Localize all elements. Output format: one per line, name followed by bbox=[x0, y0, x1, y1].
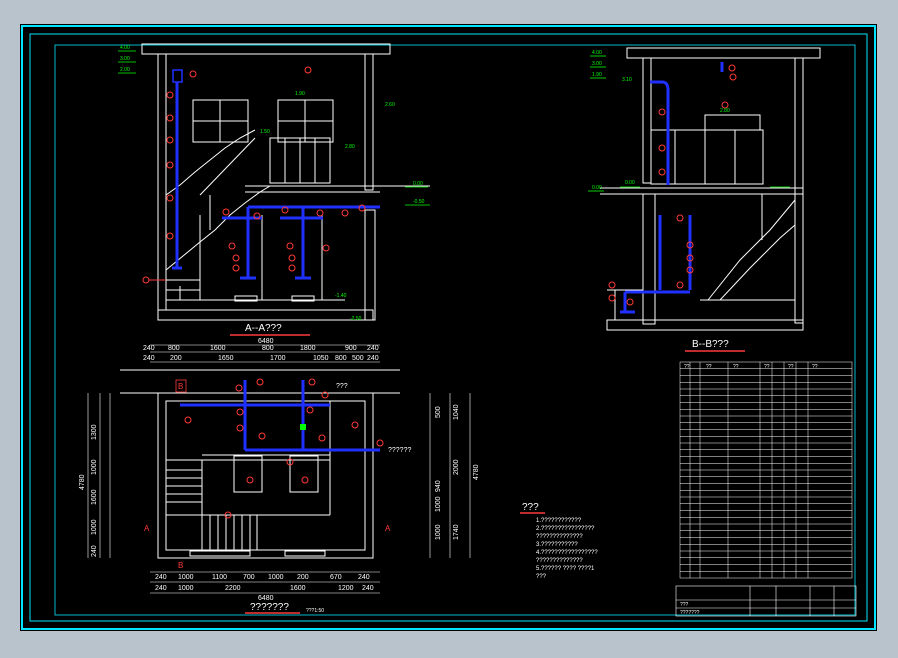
svg-text:240: 240 bbox=[91, 545, 98, 557]
svg-text:240: 240 bbox=[358, 574, 370, 581]
svg-text:4.?????????????????: 4.????????????????? bbox=[536, 550, 598, 556]
section-mark-b-bottom: B bbox=[178, 561, 183, 570]
section-b-title: B--B??? bbox=[692, 339, 729, 350]
svg-text:800: 800 bbox=[262, 345, 274, 352]
svg-text:2000: 2000 bbox=[453, 459, 460, 475]
svg-text:1700: 1700 bbox=[270, 355, 286, 362]
plan-room-label: ??? bbox=[336, 383, 348, 390]
svg-text:0.00: 0.00 bbox=[592, 185, 602, 191]
svg-text:1000: 1000 bbox=[178, 574, 194, 581]
svg-text:800: 800 bbox=[168, 345, 180, 352]
section-mark-a-left: A bbox=[144, 524, 150, 533]
svg-text:800: 800 bbox=[335, 355, 347, 362]
svg-text:1000: 1000 bbox=[435, 496, 442, 512]
svg-text:1800: 1800 bbox=[300, 345, 316, 352]
svg-text:???: ??? bbox=[522, 502, 539, 513]
svg-text:4780: 4780 bbox=[473, 464, 480, 480]
cad-drawing-canvas: 4.00 3.00 2.00 1.90 2.60 1.50 2.80 0.00 … bbox=[20, 24, 877, 631]
svg-text:1.90: 1.90 bbox=[592, 72, 602, 78]
svg-text:1600: 1600 bbox=[290, 585, 306, 592]
section-mark-b-top: B bbox=[178, 382, 183, 391]
valve-marker bbox=[300, 424, 306, 430]
svg-text:2.????????????????: 2.???????????????? bbox=[536, 526, 595, 532]
svg-text:900: 900 bbox=[345, 345, 357, 352]
svg-text:1040: 1040 bbox=[453, 404, 460, 420]
svg-text:???: ??? bbox=[680, 602, 689, 608]
svg-text:1740: 1740 bbox=[453, 524, 460, 540]
svg-text:1.50: 1.50 bbox=[260, 129, 270, 135]
svg-text:240: 240 bbox=[155, 585, 167, 592]
svg-text:0.00: 0.00 bbox=[413, 181, 423, 187]
svg-text:700: 700 bbox=[243, 574, 255, 581]
svg-text:240: 240 bbox=[143, 345, 155, 352]
plan-scale: ???1:50 bbox=[306, 608, 324, 614]
svg-text:940: 940 bbox=[435, 480, 442, 492]
svg-text:6480: 6480 bbox=[258, 338, 274, 345]
plan-title: ??????? bbox=[250, 602, 289, 613]
svg-text:240: 240 bbox=[367, 355, 379, 362]
svg-text:??????????????: ?????????????? bbox=[536, 558, 583, 564]
svg-text:1000: 1000 bbox=[268, 574, 284, 581]
svg-text:500: 500 bbox=[352, 355, 364, 362]
svg-text:???: ??? bbox=[536, 574, 547, 580]
svg-text:200: 200 bbox=[170, 355, 182, 362]
svg-text:4.00: 4.00 bbox=[592, 50, 602, 56]
svg-text:1200: 1200 bbox=[338, 585, 354, 592]
svg-text:1.90: 1.90 bbox=[295, 91, 305, 97]
svg-text:1000: 1000 bbox=[91, 459, 98, 475]
section-a-title: A--A??? bbox=[245, 323, 282, 334]
plan-pipe-label: ?????? bbox=[388, 447, 411, 454]
svg-text:-0.50: -0.50 bbox=[413, 199, 425, 205]
svg-text:1000: 1000 bbox=[435, 524, 442, 540]
svg-text:???????: ??????? bbox=[680, 610, 700, 616]
svg-text:1.????????????: 1.???????????? bbox=[536, 518, 582, 524]
svg-text:??: ?? bbox=[788, 364, 794, 370]
svg-text:240: 240 bbox=[367, 345, 379, 352]
svg-text:1300: 1300 bbox=[91, 424, 98, 440]
svg-text:3.00: 3.00 bbox=[120, 56, 130, 62]
section-mark-a-right: A bbox=[385, 524, 391, 533]
svg-text:0.00: 0.00 bbox=[625, 180, 635, 186]
svg-text:670: 670 bbox=[330, 574, 342, 581]
svg-text:3.00: 3.00 bbox=[592, 61, 602, 67]
svg-text:200: 200 bbox=[297, 574, 309, 581]
svg-text:2.80: 2.80 bbox=[720, 108, 730, 114]
svg-text:240: 240 bbox=[362, 585, 374, 592]
svg-text:1050: 1050 bbox=[313, 355, 329, 362]
svg-text:2.00: 2.00 bbox=[120, 67, 130, 73]
svg-text:2.60: 2.60 bbox=[385, 102, 395, 108]
svg-text:??: ?? bbox=[764, 364, 770, 370]
svg-text:1600: 1600 bbox=[210, 345, 226, 352]
svg-text:240: 240 bbox=[155, 574, 167, 581]
svg-text:1600: 1600 bbox=[91, 489, 98, 505]
svg-text:1000: 1000 bbox=[178, 585, 194, 592]
svg-text:3.10: 3.10 bbox=[622, 77, 632, 83]
svg-text:5.?????? ???? ????1: 5.?????? ???? ????1 bbox=[536, 566, 595, 572]
svg-text:240: 240 bbox=[143, 355, 155, 362]
svg-text:2.80: 2.80 bbox=[345, 144, 355, 150]
svg-text:1000: 1000 bbox=[91, 519, 98, 535]
svg-text:??: ?? bbox=[706, 364, 712, 370]
svg-text:2200: 2200 bbox=[225, 585, 241, 592]
svg-text:4.00: 4.00 bbox=[120, 45, 130, 51]
svg-text:1100: 1100 bbox=[212, 574, 227, 581]
svg-text:??: ?? bbox=[684, 364, 690, 370]
svg-text:??????????????: ?????????????? bbox=[536, 534, 583, 540]
svg-text:6480: 6480 bbox=[258, 595, 274, 602]
svg-text:4780: 4780 bbox=[79, 474, 86, 490]
svg-text:1650: 1650 bbox=[218, 355, 234, 362]
svg-text:??: ?? bbox=[733, 364, 739, 370]
svg-text:-2.50: -2.50 bbox=[350, 316, 362, 322]
svg-text:500: 500 bbox=[435, 406, 442, 418]
svg-text:??: ?? bbox=[812, 364, 818, 370]
svg-text:3.???????????: 3.??????????? bbox=[536, 542, 578, 548]
svg-text:-1.40: -1.40 bbox=[335, 293, 347, 299]
